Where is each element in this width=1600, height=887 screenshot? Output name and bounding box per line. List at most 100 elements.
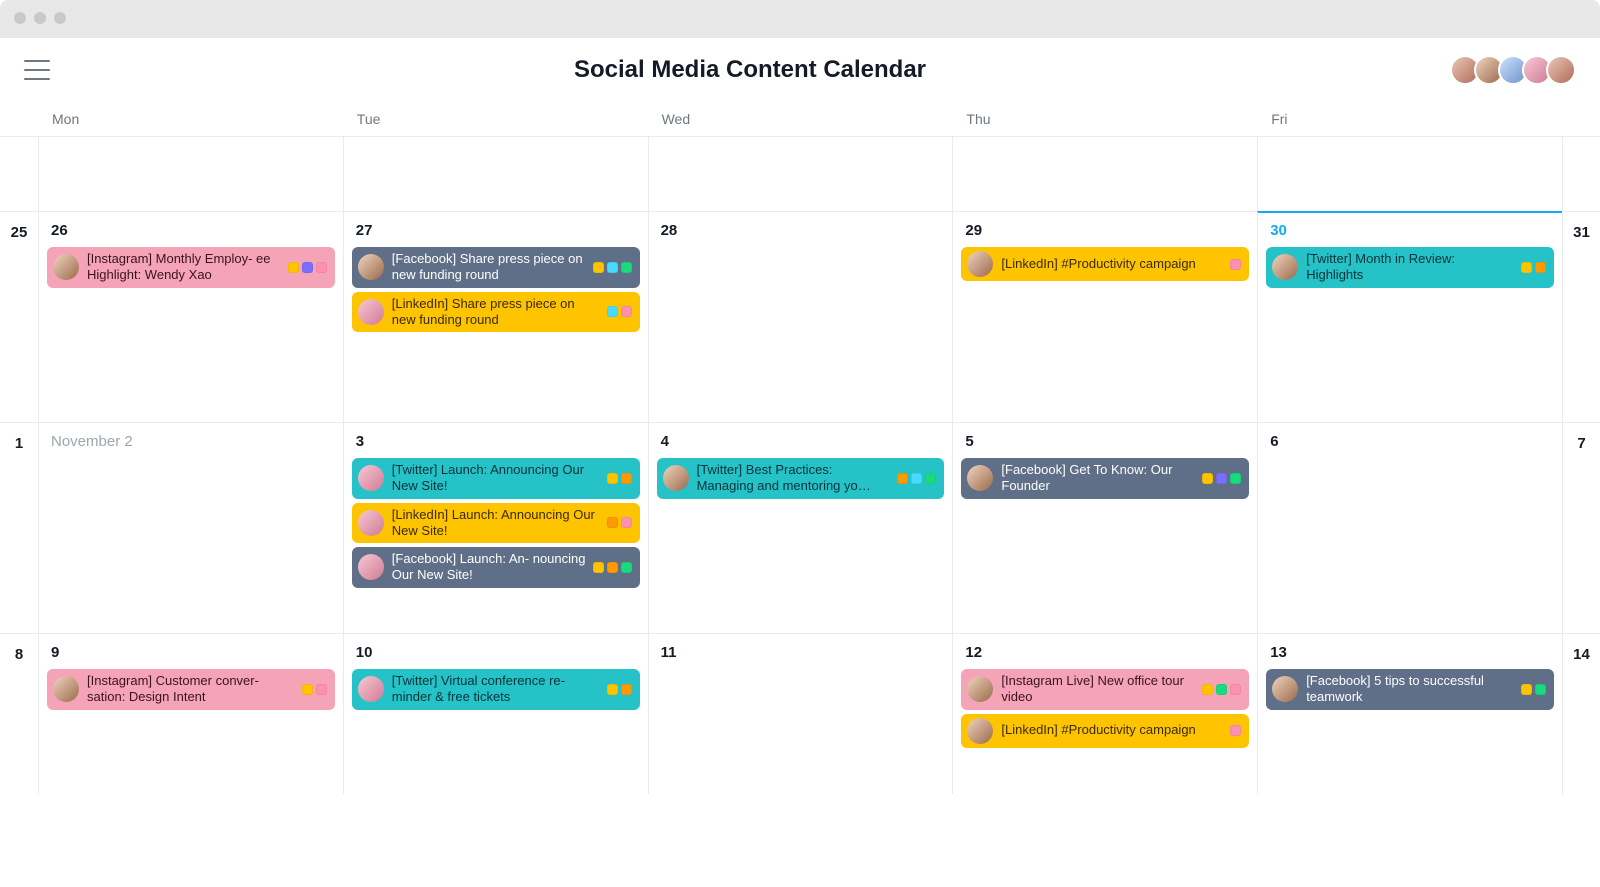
task-card[interactable]: [Instagram Live] New office tour video <box>961 669 1249 710</box>
task-card[interactable]: [Twitter] Virtual conference re- minder … <box>352 669 640 710</box>
task-card[interactable]: [Facebook] Get To Know: Our Founder <box>961 458 1249 499</box>
task-card[interactable]: [Facebook] 5 tips to successful teamwork <box>1266 669 1554 710</box>
calendar-week: 89[Instagram] Customer conver- sation: D… <box>0 633 1600 794</box>
tag-dot <box>593 262 604 273</box>
member-avatars[interactable] <box>1450 55 1576 85</box>
calendar-cell[interactable]: 6 <box>1257 423 1562 633</box>
calendar-week <box>0 136 1600 211</box>
calendar-cell[interactable]: 9[Instagram] Customer conver- sation: De… <box>38 634 343 794</box>
avatar <box>663 465 689 491</box>
calendar-cell[interactable]: 4 [Twitter] Best Practices: Managing and … <box>648 423 953 633</box>
day-number: November 2 <box>47 433 335 450</box>
tag-dot <box>1230 684 1241 695</box>
task-title: [Facebook] 5 tips to successful teamwork <box>1306 673 1515 706</box>
avatar <box>358 254 384 280</box>
calendar-cell[interactable] <box>952 137 1257 212</box>
calendar-cell[interactable]: 27[Facebook] Share press piece on new fu… <box>343 212 648 422</box>
tag-dot <box>1230 725 1241 736</box>
day-number: 6 <box>1266 433 1554 450</box>
task-card[interactable]: [LinkedIn] #Productivity campaign <box>961 247 1249 281</box>
tag-dot <box>621 684 632 695</box>
task-tags <box>593 262 632 273</box>
tag-dot <box>302 262 313 273</box>
task-card[interactable]: [Instagram] Customer conver- sation: Des… <box>47 669 335 710</box>
weekday-label: Tue <box>343 111 648 127</box>
calendar-grid: 2526[Instagram] Monthly Employ- ee Highl… <box>0 136 1600 794</box>
task-card[interactable]: [Facebook] Share press piece on new fund… <box>352 247 640 288</box>
task-card[interactable]: [Facebook] Launch: An- nouncing Our New … <box>352 547 640 588</box>
calendar-cell[interactable]: 13 [Facebook] 5 tips to successful teamwo… <box>1257 634 1562 794</box>
calendar-cell[interactable] <box>1257 137 1562 212</box>
task-card[interactable]: [LinkedIn] Launch: Announcing Our New Si… <box>352 503 640 544</box>
task-card[interactable]: [Twitter] Launch: Announcing Our New Sit… <box>352 458 640 499</box>
task-title: [LinkedIn] #Productivity campaign <box>1001 256 1224 272</box>
task-card[interactable]: [Instagram] Monthly Employ- ee Highlight… <box>47 247 335 288</box>
avatar <box>967 676 993 702</box>
tag-dot <box>1230 259 1241 270</box>
task-card[interactable]: [LinkedIn] #Productivity campaign <box>961 714 1249 748</box>
tag-dot <box>897 473 908 484</box>
traffic-light-min[interactable] <box>34 12 46 24</box>
tag-dot <box>1230 473 1241 484</box>
calendar-cell[interactable]: 11 <box>648 634 953 794</box>
calendar-cell[interactable]: 12[Instagram Live] New office tour video… <box>952 634 1257 794</box>
avatar <box>358 554 384 580</box>
avatar[interactable] <box>1546 55 1576 85</box>
day-number: 13 <box>1266 644 1554 661</box>
task-tags <box>1202 473 1241 484</box>
tag-dot <box>621 517 632 528</box>
task-title: [Instagram] Monthly Employ- ee Highlight… <box>87 251 282 284</box>
tag-dot <box>925 473 936 484</box>
avatar <box>967 251 993 277</box>
tag-dot <box>621 562 632 573</box>
calendar-cell[interactable]: 29[LinkedIn] #Productivity campaign <box>952 212 1257 422</box>
task-tags <box>1230 259 1241 270</box>
gutter-day-number <box>0 137 38 212</box>
weekday-header: Mon Tue Wed Thu Fri <box>0 102 1600 136</box>
tag-dot <box>288 262 299 273</box>
task-tags <box>607 473 632 484</box>
avatar <box>358 299 384 325</box>
task-title: [Instagram Live] New office tour video <box>1001 673 1196 706</box>
tag-dot <box>1535 262 1546 273</box>
avatar <box>53 254 79 280</box>
task-card[interactable]: [LinkedIn] Share press piece on new fund… <box>352 292 640 333</box>
calendar-week: 1November 23[Twitter] Launch: Announcing… <box>0 422 1600 633</box>
calendar-cell[interactable]: 26[Instagram] Monthly Employ- ee Highlig… <box>38 212 343 422</box>
tag-dot <box>1521 262 1532 273</box>
calendar-cell[interactable]: 5 [Facebook] Get To Know: Our Founder <box>952 423 1257 633</box>
menu-icon[interactable] <box>24 60 50 80</box>
tag-dot <box>911 473 922 484</box>
weekday-label: Mon <box>38 111 343 127</box>
task-title: [Twitter] Month in Review: Highlights <box>1306 251 1515 284</box>
calendar-cell[interactable]: November 2 <box>38 423 343 633</box>
gutter-day-number <box>1562 137 1600 212</box>
task-title: [Twitter] Launch: Announcing Our New Sit… <box>392 462 601 495</box>
tag-dot <box>621 473 632 484</box>
task-card[interactable]: [Twitter] Best Practices: Managing and m… <box>657 458 945 499</box>
tag-dot <box>1216 473 1227 484</box>
calendar-cell[interactable] <box>38 137 343 212</box>
task-card[interactable]: [Twitter] Month in Review: Highlights <box>1266 247 1554 288</box>
calendar-cell[interactable]: 28 <box>648 212 953 422</box>
tag-dot <box>1535 684 1546 695</box>
task-tags <box>1202 684 1241 695</box>
gutter-day-number: 8 <box>0 634 38 794</box>
calendar-cell[interactable]: 10[Twitter] Virtual conference re- minde… <box>343 634 648 794</box>
gutter-day-number: 7 <box>1562 423 1600 633</box>
tag-dot <box>593 562 604 573</box>
avatar <box>358 510 384 536</box>
day-number: 4 <box>657 433 945 450</box>
app-header: Social Media Content Calendar <box>0 38 1600 102</box>
avatar <box>967 465 993 491</box>
traffic-light-close[interactable] <box>14 12 26 24</box>
calendar-cell[interactable] <box>648 137 953 212</box>
calendar-cell[interactable] <box>343 137 648 212</box>
traffic-light-max[interactable] <box>54 12 66 24</box>
calendar-cell[interactable]: 3[Twitter] Launch: Announcing Our New Si… <box>343 423 648 633</box>
day-number: 5 <box>961 433 1249 450</box>
day-number: 30 <box>1266 222 1554 239</box>
calendar-cell[interactable]: 30 [Twitter] Month in Review: Highlights <box>1257 211 1562 422</box>
task-title: [LinkedIn] Launch: Announcing Our New Si… <box>392 507 601 540</box>
task-tags <box>897 473 936 484</box>
